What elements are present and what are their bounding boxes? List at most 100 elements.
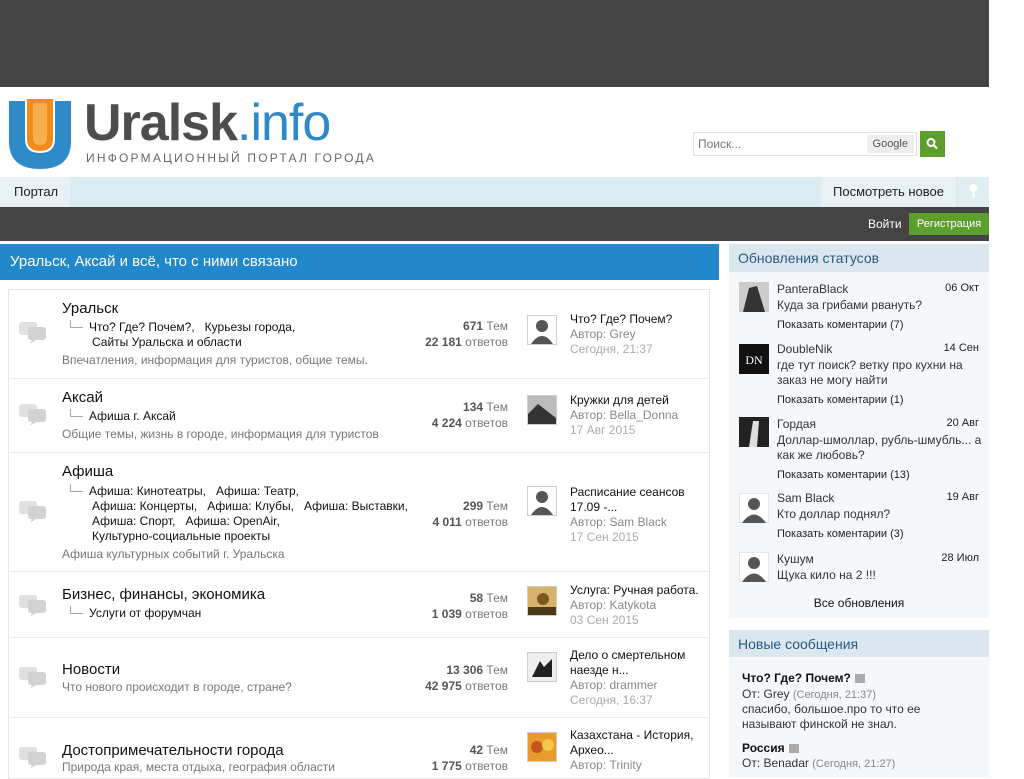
subforum-link[interactable]: Услуги от форумчан <box>89 606 201 620</box>
category-title[interactable]: Уральск, Аксай и всё, что с ними связано <box>0 244 719 280</box>
avatar[interactable] <box>527 586 557 616</box>
avatar[interactable] <box>527 732 557 762</box>
last-post: Кружки для детей Автор: Bella_Donna 17 Авг… <box>570 393 710 438</box>
logo-u-icon[interactable] <box>5 95 75 171</box>
last-post: Услуга: Ручная работа. Автор: Katykota 03 … <box>570 583 710 628</box>
subforum-link[interactable]: Афиша: Клубы, <box>207 499 294 513</box>
avatar-photo-icon: DN <box>739 344 769 374</box>
forum-row: Афиша └─ Афиша: Кинотеатры, Афиша: Театр,… <box>10 453 708 572</box>
svg-text:DN: DN <box>745 353 763 367</box>
subforum-list: └─ Афиша: Кинотеатры, Афиша: Театр, Афиша… <box>66 484 408 543</box>
search-input[interactable] <box>694 133 872 155</box>
login-link[interactable]: Войти <box>868 217 902 231</box>
avatar[interactable] <box>527 652 557 682</box>
subforum-link[interactable]: Афиша: Выставки, <box>304 499 408 513</box>
forum-stats: 42 Тем 1 775 ответов <box>431 743 508 773</box>
avatar[interactable] <box>738 551 770 583</box>
site-header: Uralsk.info ИНФОРМАЦИОННЫЙ ПОРТАЛ ГОРОДА… <box>0 87 989 177</box>
show-comments-link[interactable]: Показать коментарии (7) <box>777 319 904 331</box>
last-post-title[interactable]: Услуга: Ручная работа. <box>570 583 710 598</box>
forum-row: Новости Что нового происходит в городе, … <box>10 638 708 718</box>
subforum-link[interactable]: Афиша: Спорт, <box>92 514 175 528</box>
subforum-list: └─ Афиша г. Аксай <box>66 409 176 423</box>
last-post-date: 17 Авг 2015 <box>570 423 636 437</box>
view-new-button[interactable]: Посмотреть новое <box>821 177 956 207</box>
avatar[interactable] <box>527 486 557 516</box>
subforum-link[interactable]: Сайты Уральска и области <box>92 335 242 349</box>
last-post-title[interactable]: Кружки для детей <box>570 393 710 408</box>
forum-title[interactable]: Бизнес, финансы, экономика <box>62 586 265 603</box>
last-post-title[interactable]: Дело о смертельном наезде н... <box>570 648 710 678</box>
last-post-title[interactable]: Расписание сеансов 17.09 -... <box>570 485 710 515</box>
avatar[interactable] <box>527 395 557 425</box>
last-post-author[interactable]: Автор: Grey <box>570 327 710 342</box>
top-banner-bar <box>0 0 989 87</box>
logo-text[interactable]: Uralsk.info <box>84 97 331 149</box>
status-date: 20 Авг <box>946 417 979 429</box>
avatar[interactable] <box>739 282 769 312</box>
avatar-photo-icon <box>528 396 556 424</box>
forum-bubbles-icon <box>19 595 46 617</box>
show-comments-link[interactable]: Показать коментарии (13) <box>777 469 910 481</box>
last-post-date: Сегодня, 21:37 <box>570 342 653 356</box>
subforum-link[interactable]: Афиша г. Аксай <box>89 409 176 423</box>
all-updates-link[interactable]: Все обновления <box>729 596 989 610</box>
last-post-title[interactable]: Что? Где? Почем? <box>570 312 710 327</box>
forum-title[interactable]: Аксай <box>62 389 103 406</box>
last-post: Что? Где? Почем? Автор: Grey Сегодня, 21:3… <box>570 312 710 357</box>
avatar[interactable] <box>739 417 769 447</box>
search-box: Google <box>693 132 917 156</box>
forum-title[interactable]: Уральск <box>62 300 118 317</box>
search-submit-button[interactable] <box>920 131 945 157</box>
last-post-title[interactable]: Казахстана - История, Архео... <box>570 728 710 758</box>
subforum-list: └─ Что? Где? Почем?, Курьезы города, Сайт… <box>66 320 296 349</box>
user-silhouette-icon <box>528 316 556 344</box>
forum-stats: 58 Тем 1 039 ответов <box>431 591 508 621</box>
search-icon <box>926 138 938 150</box>
subforum-link[interactable]: Афиша: Концерты, <box>92 499 197 513</box>
message-topic[interactable]: Что? Где? Почем? <box>742 671 865 685</box>
show-comments-link[interactable]: Показать коментарии (3) <box>777 528 904 540</box>
last-post-author[interactable]: Автор: Katykota <box>570 598 710 613</box>
subforum-link[interactable]: Курьезы города, <box>205 320 296 334</box>
status-author[interactable]: Гордая <box>777 417 816 431</box>
avatar[interactable]: DN <box>739 344 769 374</box>
last-post-author[interactable]: Автор: Bella_Donna <box>570 408 710 423</box>
subforum-link[interactable]: Афиша: Театр, <box>216 484 299 498</box>
status-author[interactable]: DoubleNik <box>777 342 832 356</box>
google-search-button[interactable]: Google <box>866 135 914 153</box>
last-post: Расписание сеансов 17.09 -... Автор: Sam … <box>570 485 710 545</box>
subforum-link[interactable]: Афиша: Кинотеатры, <box>89 484 206 498</box>
subforum-list: └─ Услуги от форумчан <box>66 606 202 620</box>
last-post-author[interactable]: Автор: Sam Black <box>570 515 710 530</box>
subforum-link[interactable]: Что? Где? Почем?, <box>89 320 195 334</box>
avatar-photo-icon <box>528 733 556 761</box>
status-author[interactable]: PanteraBlack <box>777 282 848 296</box>
last-post-author[interactable]: Автор: Trinity <box>570 758 710 773</box>
status-author[interactable]: Кушум <box>777 552 814 566</box>
last-post-author[interactable]: Автор: drammer <box>570 678 710 693</box>
subforum-link[interactable]: Афиша: OpenAir, <box>185 514 279 528</box>
forum-bubbles-icon <box>19 501 46 523</box>
forum-title[interactable]: Афиша <box>62 463 113 480</box>
tab-portal[interactable]: Портал <box>0 177 70 207</box>
status-text: где тут поиск? ветку про кухни на заказ … <box>777 358 963 387</box>
forum-title[interactable]: Достопримечательности города <box>62 742 284 759</box>
location-pin-button[interactable] <box>958 177 989 207</box>
forum-title[interactable]: Новости <box>62 661 120 678</box>
user-silhouette-icon <box>528 487 556 515</box>
status-author[interactable]: Sam Black <box>777 491 834 505</box>
register-button[interactable]: Регистрация <box>909 213 989 235</box>
subforum-link[interactable]: Культурно-социальные проекты <box>92 529 270 543</box>
show-comments-link[interactable]: Показать коментарии (1) <box>777 394 904 406</box>
status-date: 14 Сен <box>943 342 979 354</box>
forum-row: Бизнес, финансы, экономика └─ Услуги от ф… <box>10 572 708 638</box>
avatar-photo-icon <box>528 653 556 681</box>
message-topic[interactable]: Россия <box>742 741 799 755</box>
forum-row: Аксай └─ Афиша г. Аксай Общие темы, жизнь… <box>10 379 708 453</box>
forum-row: Уральск └─ Что? Где? Почем?, Курьезы горо… <box>10 290 708 379</box>
forum-bubbles-icon <box>19 747 46 769</box>
avatar[interactable] <box>527 315 557 345</box>
avatar[interactable] <box>738 492 770 524</box>
last-post: Казахстана - История, Архео... Автор: Tri… <box>570 728 710 773</box>
